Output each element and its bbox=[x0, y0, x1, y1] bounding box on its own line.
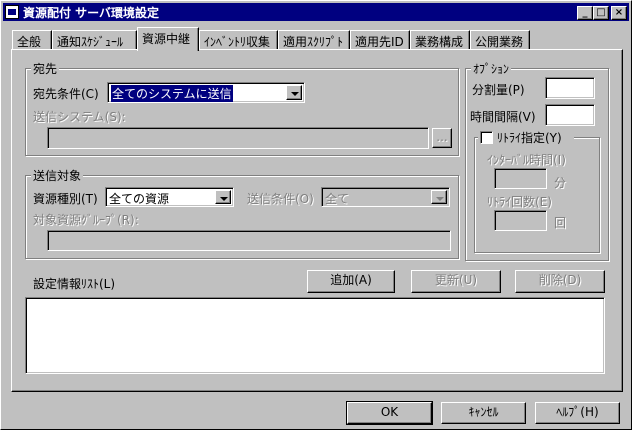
options-group-label: ｵﾌﾟｼｮﾝ bbox=[471, 60, 512, 77]
tab-business-config[interactable]: 業務構成 bbox=[410, 30, 470, 50]
close-button[interactable]: × bbox=[611, 6, 627, 20]
resource-type-select[interactable]: 全ての資源 bbox=[105, 187, 234, 207]
retry-interval-label: ｲﾝﾀｰﾊﾞﾙ時間(I) bbox=[487, 153, 566, 167]
app-icon[interactable] bbox=[5, 5, 19, 19]
chevron-down-icon bbox=[291, 92, 299, 96]
help-button[interactable]: ﾍﾙﾌﾟ(H) bbox=[535, 402, 620, 424]
send-system-input[interactable] bbox=[47, 127, 429, 149]
send-condition-value: 全て bbox=[325, 192, 350, 206]
settings-list-label: 設定情報ﾘｽﾄ(L) bbox=[33, 277, 116, 291]
cancel-button[interactable]: ｷｬﾝｾﾙ bbox=[441, 402, 526, 424]
destination-condition-dropdown-button[interactable] bbox=[286, 85, 302, 100]
title-bar[interactable]: 資源配付 サーバ環境設定 _ □ × bbox=[3, 3, 629, 21]
retry-count-input[interactable] bbox=[494, 210, 547, 231]
tab-general[interactable]: 全般 bbox=[12, 30, 52, 50]
maximize-button[interactable]: □ bbox=[593, 6, 609, 20]
delete-button-label: 削除(D) bbox=[538, 273, 582, 287]
destination-condition-value: 全てのシステムに送信 bbox=[111, 85, 233, 102]
retry-checkbox-row[interactable]: ﾘﾄﾗｲ指定(Y) bbox=[478, 129, 574, 145]
add-button-label: 追加(A) bbox=[330, 273, 372, 287]
destination-condition-select[interactable]: 全てのシステムに送信 bbox=[107, 82, 305, 103]
update-button-label: 更新(U) bbox=[434, 273, 478, 287]
browse-button[interactable]: ... bbox=[432, 128, 452, 148]
split-amount-label: 分割量(P) bbox=[472, 83, 525, 97]
delete-button[interactable]: 削除(D) bbox=[515, 270, 605, 293]
destination-condition-label: 宛先条件(C) bbox=[33, 87, 99, 101]
send-condition-dropdown-button[interactable] bbox=[431, 190, 447, 204]
send-condition-select[interactable]: 全て bbox=[321, 187, 450, 207]
retry-checkbox[interactable] bbox=[480, 131, 493, 144]
retry-count-unit: 回 bbox=[554, 216, 567, 230]
retry-count-label: ﾘﾄﾗｲ回数(E) bbox=[487, 195, 552, 209]
resource-type-value: 全ての資源 bbox=[109, 192, 170, 206]
send-target-group-label: 送信対象 bbox=[31, 167, 84, 184]
add-button[interactable]: 追加(A) bbox=[307, 270, 395, 293]
retry-interval-unit: 分 bbox=[554, 176, 567, 190]
destination-group-label: 宛先 bbox=[31, 60, 60, 77]
resource-group-input[interactable] bbox=[47, 230, 451, 251]
cancel-button-label: ｷｬﾝｾﾙ bbox=[468, 405, 499, 419]
help-button-label: ﾍﾙﾌﾟ(H) bbox=[556, 405, 599, 419]
time-interval-input[interactable] bbox=[545, 104, 595, 126]
tab-inventory-collect[interactable]: ｲﾝﾍﾞﾝﾄﾘ収集 bbox=[199, 30, 278, 50]
send-condition-label: 送信条件(O) bbox=[247, 192, 314, 206]
tab-notify-schedule[interactable]: 通知ｽｹｼﾞｭｰﾙ bbox=[52, 30, 137, 50]
split-amount-input[interactable] bbox=[545, 77, 595, 99]
resource-group-label: 対象資源ｸﾞﾙｰﾌﾟ(R): bbox=[33, 213, 139, 227]
resource-type-label: 資源種別(T) bbox=[33, 192, 98, 206]
browse-button-label: ... bbox=[436, 130, 448, 144]
update-button[interactable]: 更新(U) bbox=[411, 270, 501, 293]
time-interval-label: 時間間隔(V) bbox=[470, 110, 536, 124]
minimize-button[interactable]: _ bbox=[577, 6, 593, 20]
tab-apply-target-id[interactable]: 適用先ID bbox=[350, 30, 410, 50]
resource-type-dropdown-button[interactable] bbox=[215, 190, 231, 204]
window-title: 資源配付 サーバ環境設定 bbox=[23, 6, 160, 20]
settings-list-box[interactable] bbox=[25, 297, 605, 374]
ok-button[interactable]: OK bbox=[346, 401, 433, 425]
ok-button-label: OK bbox=[380, 405, 399, 419]
tab-resource-relay[interactable]: 資源中継 bbox=[137, 27, 199, 51]
tab-public-business[interactable]: 公開業務 bbox=[470, 30, 530, 50]
chevron-down-icon bbox=[436, 197, 444, 201]
retry-interval-input[interactable] bbox=[494, 168, 547, 189]
chevron-down-icon bbox=[220, 197, 228, 201]
send-system-label: 送信システム(S): bbox=[33, 110, 126, 124]
retry-checkbox-label: ﾘﾄﾗｲ指定(Y) bbox=[497, 131, 562, 145]
tab-apply-script[interactable]: 適用ｽｸﾘﾌﾟﾄ bbox=[278, 30, 350, 50]
dialog-window: 資源配付 サーバ環境設定 _ □ × 全般 通知ｽｹｼﾞｭｰﾙ 資源中継 ｲﾝﾍ… bbox=[0, 0, 632, 430]
